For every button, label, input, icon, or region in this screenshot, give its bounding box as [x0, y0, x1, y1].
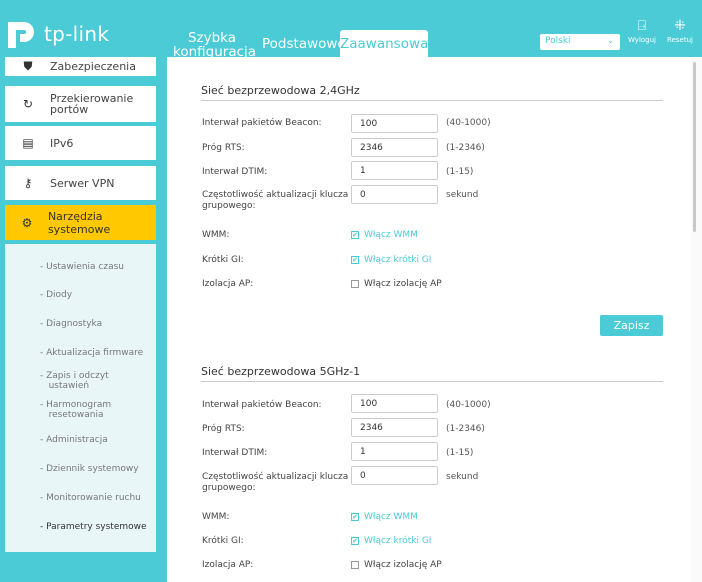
divider [201, 381, 663, 382]
submenu-reboot-schedule[interactable]: - Harmonogram resetowania [40, 400, 164, 420]
sidebar-item-security[interactable]: ⛊ Zabezpieczenia [5, 57, 156, 76]
submenu-firmware-update[interactable]: - Aktualizacja firmware [40, 348, 164, 358]
rts-threshold-hint: (1-2346) [446, 424, 485, 434]
wmm-label: WMM: [202, 512, 230, 522]
tab-advanced[interactable]: Zaawansowane [340, 30, 445, 58]
submenu-system-log[interactable]: - Dziennik systemowy [40, 464, 164, 474]
logo-text: tp-link [44, 22, 110, 46]
gear-icon: ⚙ [21, 215, 33, 230]
submenu-leds[interactable]: - Diody [40, 290, 164, 300]
reset-spinner-icon: ⁜ [674, 18, 686, 34]
section-title-5ghz: Sieć bezprzewodowa 5GHz-1 [201, 365, 361, 378]
chevron-down-icon: ⌄ [607, 36, 614, 45]
shield-icon: ⛊ [23, 59, 33, 73]
dtim-interval-hint: (1-15) [446, 448, 474, 458]
sidebar-item-system-tools[interactable]: ⚙ Narzędzia systemowe [5, 205, 156, 240]
wmm-label: WMM: [202, 230, 230, 240]
ap-isolation-checkbox-24ghz[interactable]: Włącz izolację AP [351, 279, 442, 289]
section-title-24ghz: Sieć bezprzewodowa 2,4GHz [201, 84, 360, 97]
logout-button[interactable]: ⍈ Wyloguj [624, 18, 660, 44]
short-gi-label: Krótki GI: [202, 255, 244, 265]
tp-link-logo: tp-link [6, 18, 109, 50]
short-gi-checkbox-24ghz[interactable]: ✔ Włącz krótki GI [351, 255, 431, 265]
rts-threshold-input-24ghz[interactable]: 2346 [351, 138, 438, 157]
dtim-interval-input-24ghz[interactable]: 1 [351, 161, 438, 180]
scrollbar-thumb[interactable] [693, 62, 696, 232]
submenu-time-settings[interactable]: - Ustawienia czasu [40, 262, 164, 272]
beacon-interval-hint: (40-1000) [446, 400, 491, 410]
tab-quick-setup[interactable]: Szybka konfiguracja [173, 31, 256, 59]
submenu-administration[interactable]: - Administracja [40, 435, 164, 445]
language-select[interactable]: Polski ⌄ [540, 34, 620, 50]
group-key-hint: sekund [446, 472, 479, 482]
refresh-icon: ↻ [22, 96, 34, 111]
rts-threshold-hint: (1-2346) [446, 143, 485, 153]
dtim-interval-label: Interwał DTIM: [202, 167, 268, 177]
scrollbar[interactable] [691, 57, 702, 582]
short-gi-label: Krótki GI: [202, 536, 244, 546]
beacon-interval-label: Interwał pakietów Beacon: [202, 118, 322, 128]
group-key-hint: sekund [446, 190, 479, 200]
submenu-diagnostics[interactable]: - Diagnostyka [40, 319, 164, 329]
divider [201, 100, 663, 101]
ap-isolation-label: Izolacja AP: [202, 279, 254, 289]
group-key-input-24ghz[interactable]: 0 [351, 185, 438, 204]
dtim-interval-input-5ghz[interactable]: 1 [351, 442, 438, 461]
check-icon: ✔ [351, 256, 359, 264]
rts-threshold-label: Próg RTS: [202, 424, 245, 434]
beacon-interval-input-24ghz[interactable]: 100 [351, 114, 438, 133]
ap-isolation-checkbox-5ghz[interactable]: Włącz izolację AP [351, 560, 442, 570]
beacon-interval-hint: (40-1000) [446, 118, 491, 128]
rts-threshold-input-5ghz[interactable]: 2346 [351, 418, 438, 437]
sidebar-item-vpn-server[interactable]: ⚷ Serwer VPN [5, 166, 156, 200]
tp-link-logo-icon [8, 22, 34, 48]
sidebar-item-ipv6[interactable]: ▤ IPv6 [5, 126, 156, 160]
ap-isolation-label: Izolacja AP: [202, 560, 254, 570]
submenu-traffic-monitor[interactable]: - Monitorowanie ruchu [40, 493, 164, 503]
beacon-interval-input-5ghz[interactable]: 100 [351, 394, 438, 413]
check-icon: ✔ [351, 513, 359, 521]
rts-threshold-label: Próg RTS: [202, 143, 245, 153]
group-key-label: Częstotliwość aktualizacji klucza grupowe… [202, 190, 349, 211]
tab-basic[interactable]: Podstawowe [262, 37, 346, 51]
wmm-checkbox-5ghz[interactable]: ✔ Włącz WMM [351, 512, 418, 522]
logout-icon: ⍈ [637, 18, 647, 34]
ipv6-icon: ▤ [22, 136, 34, 150]
group-key-label: Częstotliwość aktualizacji klucza grupowe… [202, 472, 349, 493]
check-icon: ✔ [351, 537, 359, 545]
sidebar-item-port-forwarding[interactable]: ↻ Przekierowanie portów [5, 86, 156, 122]
group-key-input-5ghz[interactable]: 0 [351, 466, 438, 485]
dtim-interval-hint: (1-15) [446, 167, 474, 177]
submenu-system-parameters[interactable]: - Parametry systemowe [40, 522, 164, 532]
dtim-interval-label: Interwał DTIM: [202, 448, 268, 458]
check-icon: ✔ [351, 231, 359, 239]
submenu-backup-restore[interactable]: - Zapis i odczyt ustawień [40, 371, 164, 391]
vpn-key-icon: ⚷ [23, 176, 33, 190]
beacon-interval-label: Interwał pakietów Beacon: [202, 400, 322, 410]
save-button[interactable]: Zapisz [600, 315, 663, 336]
short-gi-checkbox-5ghz[interactable]: ✔ Włącz krótki GI [351, 536, 431, 546]
wmm-checkbox-24ghz[interactable]: ✔ Włącz WMM [351, 230, 418, 240]
reset-button[interactable]: ⁜ Resetuj [662, 18, 698, 44]
